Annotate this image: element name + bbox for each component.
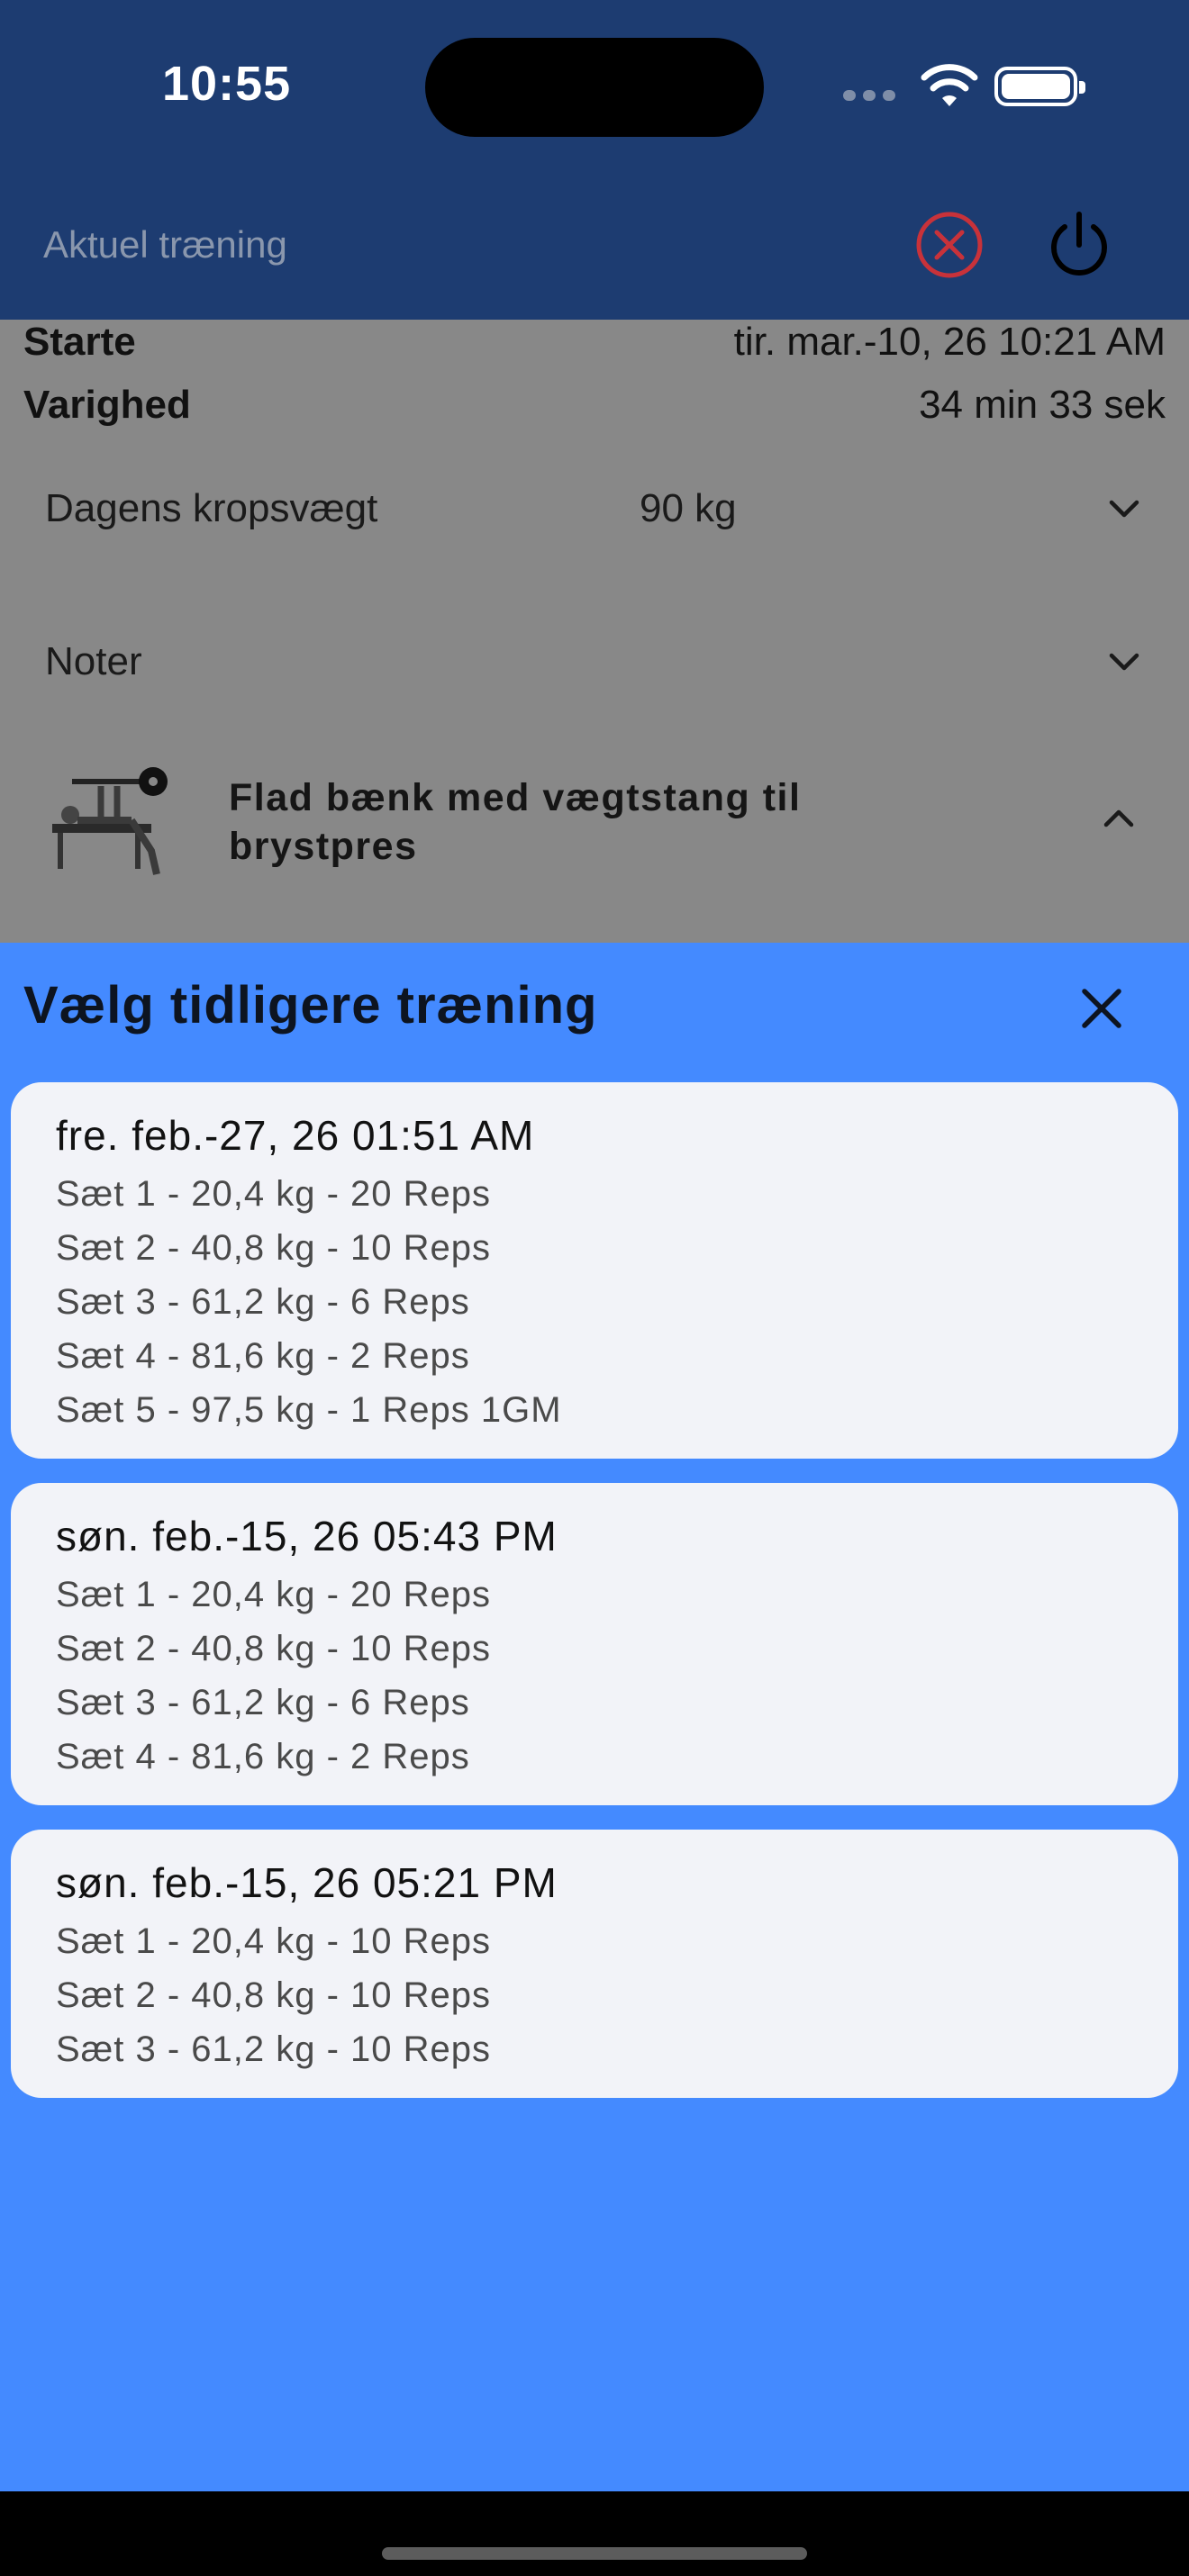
start-label: Starte	[23, 320, 136, 364]
bench-press-illustration	[52, 767, 168, 875]
duration-value: 34 min 33 sek	[919, 383, 1166, 427]
x-circle-icon[interactable]	[913, 209, 985, 281]
top-bar: 10:55 Aktuel træning	[0, 0, 1189, 320]
home-indicator[interactable]	[382, 2547, 807, 2560]
session-date: søn. feb.-15, 26 05:43 PM	[56, 1513, 558, 1559]
set-line: Sæt 4 - 81,6 kg - 2 Reps	[56, 1336, 470, 1376]
set-line: Sæt 3 - 61,2 kg - 6 Reps	[56, 1282, 470, 1322]
workout-details: Starte tir. mar.-10, 26 10:21 AM Varighe…	[0, 320, 1189, 943]
set-line: Sæt 3 - 61,2 kg - 10 Reps	[56, 2029, 492, 2069]
session-card[interactable]: søn. feb.-15, 26 05:21 PM Sæt 1 - 20,4 k…	[11, 1830, 1178, 2098]
dynamic-island	[425, 38, 764, 137]
set-line: Sæt 4 - 81,6 kg - 2 Reps	[56, 1737, 470, 1776]
start-row: Starte tir. mar.-10, 26 10:21 AM	[23, 320, 1166, 365]
session-date: søn. feb.-15, 26 05:21 PM	[56, 1859, 558, 1906]
notes-accordion[interactable]: Noter	[45, 626, 1144, 698]
set-line: Sæt 1 - 20,4 kg - 20 Reps	[56, 1174, 492, 1214]
previous-workout-sheet: Vælg tidligere træning fre. feb.-27, 26 …	[0, 943, 1189, 2491]
duration-row: Varighed 34 min 33 sek	[23, 383, 1166, 428]
battery-icon	[994, 67, 1085, 106]
session-card[interactable]: søn. feb.-15, 26 05:43 PM Sæt 1 - 20,4 k…	[11, 1483, 1178, 1805]
page-title: Aktuel træning	[43, 223, 287, 266]
exercise-title: Flad bænk med vægtstang til brystpres	[229, 776, 802, 868]
set-line: Sæt 1 - 20,4 kg - 10 Reps	[56, 1921, 492, 1961]
set-line: Sæt 2 - 40,8 kg - 10 Reps	[56, 1228, 492, 1268]
status-time: 10:55	[162, 57, 292, 111]
chevron-down-icon	[1109, 500, 1139, 518]
set-line: Sæt 1 - 20,4 kg - 20 Reps	[56, 1575, 492, 1614]
set-line: Sæt 2 - 40,8 kg - 10 Reps	[56, 1629, 492, 1668]
bodyweight-accordion[interactable]: Dagens kropsvægt 90 kg	[45, 473, 1144, 545]
duration-label: Varighed	[23, 383, 191, 427]
close-icon[interactable]	[1072, 979, 1131, 1038]
start-value: tir. mar.-10, 26 10:21 AM	[733, 320, 1166, 364]
bodyweight-label: Dagens kropsvægt	[45, 486, 378, 530]
notes-label: Noter	[45, 639, 142, 683]
chevron-down-icon	[1109, 653, 1139, 671]
exercise-header[interactable]: Flad bænk med vægtstang til brystpres	[45, 761, 1144, 896]
set-line: Sæt 3 - 61,2 kg - 6 Reps	[56, 1683, 470, 1722]
home-indicator-area	[0, 2491, 1189, 2576]
bodyweight-value: 90 kg	[640, 486, 737, 530]
power-icon[interactable]	[1043, 209, 1115, 281]
cellular-signal-icon	[843, 90, 895, 101]
session-date: fre. feb.-27, 26 01:51 AM	[56, 1112, 535, 1159]
sheet-title: Vælg tidligere træning	[23, 976, 598, 1035]
set-line: Sæt 2 - 40,8 kg - 10 Reps	[56, 1975, 492, 2015]
chevron-up-icon	[1103, 809, 1134, 827]
wifi-icon	[921, 64, 978, 106]
set-line: Sæt 5 - 97,5 kg - 1 Reps 1GM	[56, 1390, 562, 1430]
session-card[interactable]: fre. feb.-27, 26 01:51 AM Sæt 1 - 20,4 k…	[11, 1082, 1178, 1459]
